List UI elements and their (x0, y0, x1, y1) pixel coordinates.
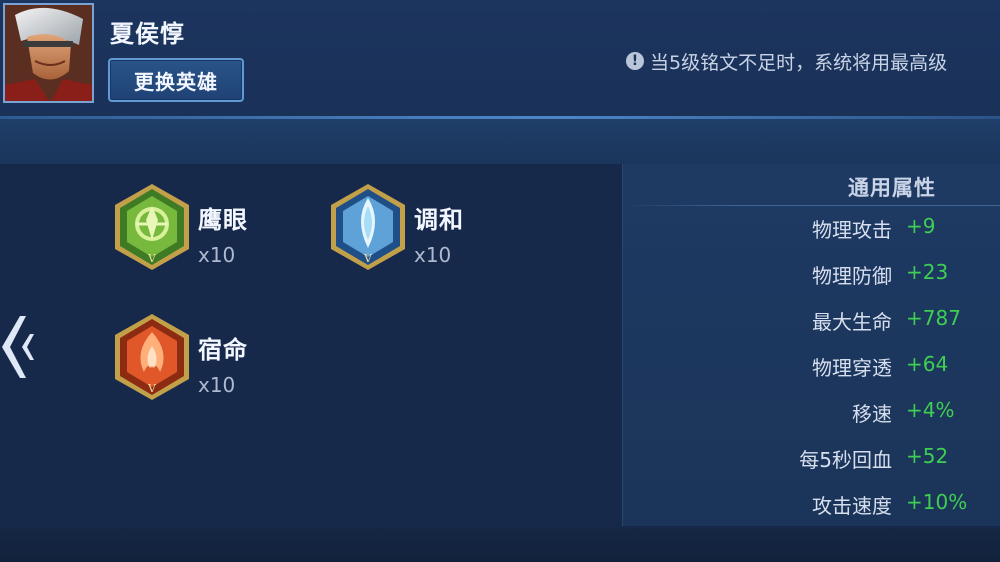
stat-label: 物理攻击 (812, 218, 892, 242)
stat-label: 物理防御 (812, 264, 892, 288)
stat-row: 物理穿透 +64 (622, 352, 1000, 382)
rune-item-eagle-eye[interactable]: V 鹰眼 x10 (112, 182, 248, 272)
svg-text:V: V (147, 382, 157, 395)
divider (622, 205, 1000, 206)
rune-name: 鹰眼 (198, 206, 248, 234)
rune-name: 调和 (414, 206, 464, 234)
rune-count: x10 (198, 243, 236, 267)
notice: ! 当5级铭文不足时，系统将用最高级 (626, 46, 947, 76)
stat-value: +4% (906, 398, 955, 422)
blue-rune-icon: V (331, 184, 405, 270)
bottom-strip (0, 528, 1000, 562)
stat-label: 每5秒回血 (799, 448, 892, 472)
red-rune-icon: V (115, 314, 189, 400)
stat-label: 最大生命 (812, 310, 892, 334)
rune-item-fate[interactable]: V 宿命 x10 (112, 312, 248, 402)
stat-value: +23 (906, 260, 949, 284)
stat-label: 移速 (852, 402, 892, 426)
stat-value: +9 (906, 214, 936, 238)
stat-row: 攻击速度 +10% (622, 490, 1000, 520)
stat-row: 物理防御 +23 (622, 260, 1000, 290)
stat-value: +64 (906, 352, 949, 376)
stats-title: 通用属性 (848, 176, 936, 200)
stat-value: +52 (906, 444, 949, 468)
notice-text: 当5级铭文不足时，系统将用最高级 (650, 51, 948, 74)
green-rune-icon: V (115, 184, 189, 270)
stat-row: 每5秒回血 +52 (622, 444, 1000, 474)
hero-name: 夏侯惇 (110, 20, 185, 48)
stat-row: 移速 +4% (622, 398, 1000, 428)
rune-item-harmony[interactable]: V 调和 x10 (328, 182, 464, 272)
info-icon: ! (626, 52, 644, 70)
back-arrow-icon[interactable] (0, 312, 36, 382)
rune-name: 宿命 (198, 336, 248, 364)
svg-text:V: V (147, 252, 157, 265)
change-hero-button[interactable]: 更换英雄 (108, 58, 244, 102)
header-band (0, 119, 1000, 164)
stat-row: 最大生命 +787 (622, 306, 1000, 336)
hero-avatar[interactable] (3, 3, 94, 103)
stat-value: +10% (906, 490, 968, 514)
svg-text:V: V (363, 252, 373, 265)
stat-label: 攻击速度 (812, 494, 892, 518)
stat-label: 物理穿透 (812, 356, 892, 380)
hero-portrait-icon (5, 5, 92, 101)
rune-count: x10 (198, 373, 236, 397)
stat-value: +787 (906, 306, 961, 330)
stat-row: 物理攻击 +9 (622, 214, 1000, 244)
rune-count: x10 (414, 243, 452, 267)
